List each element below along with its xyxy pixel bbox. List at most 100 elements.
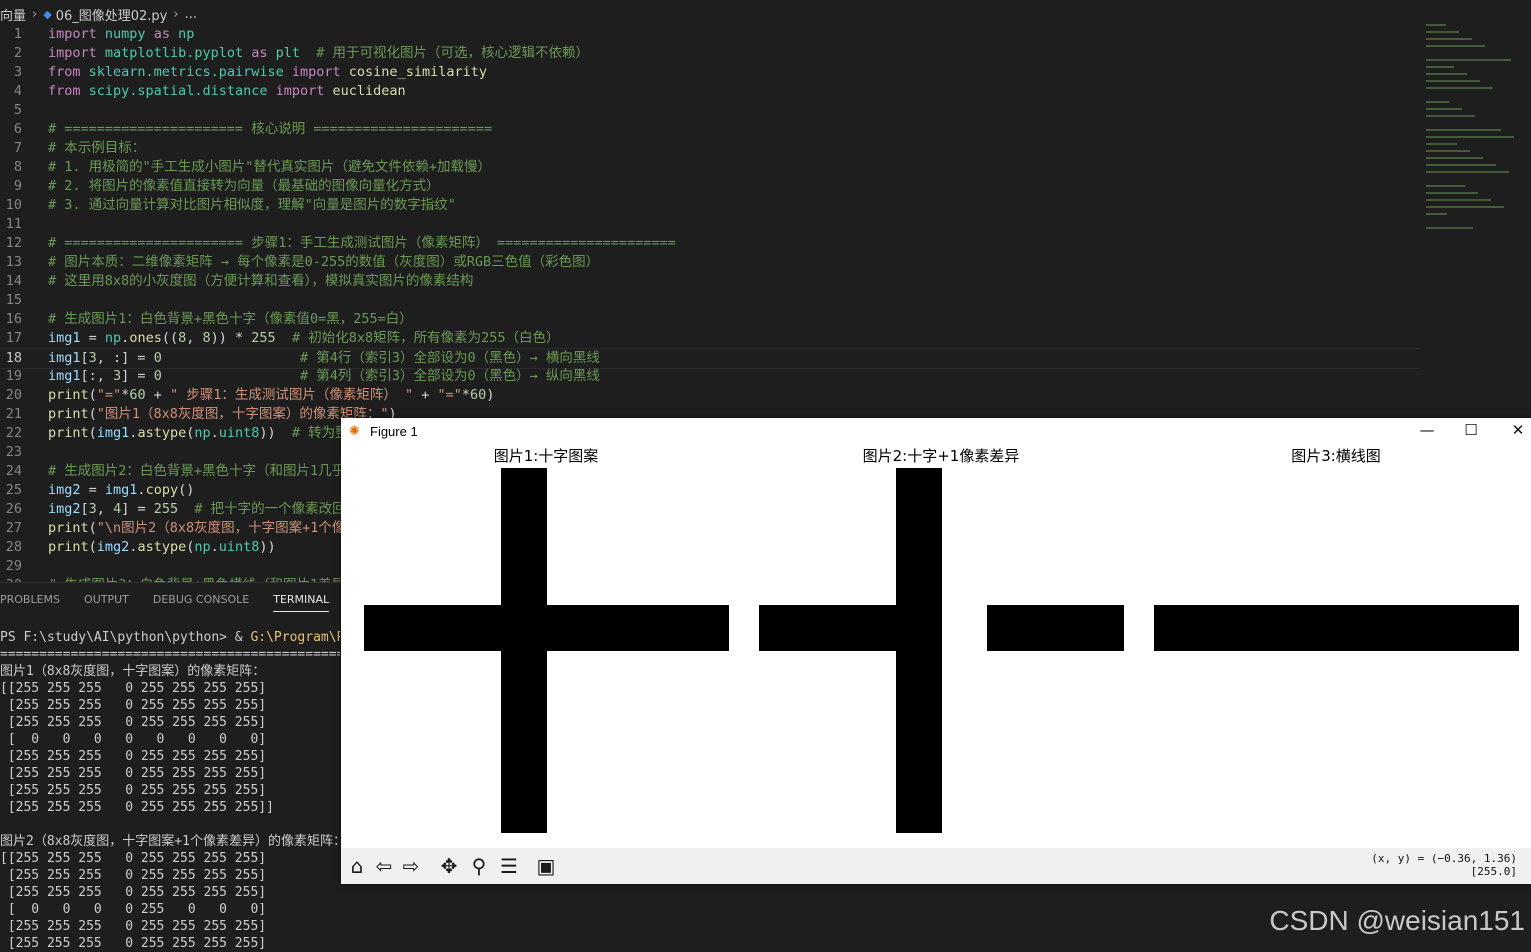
code-token: # 生成图片1：白色背景+黑色十字（像素值0=黑，255=白） [48,311,413,327]
pixel-black [895,604,942,651]
tab-debug-console[interactable]: DEBUG CONSOLE [153,593,249,612]
forward-icon[interactable]: ⇨ [399,854,423,878]
code-line[interactable]: 13 # 图片本质：二维像素矩阵 → 每个像素是0-255的数值（灰度图）或RGB… [0,253,1420,272]
code-line[interactable]: 16 # 生成图片1：白色背景+黑色十字（像素值0=黑，255=白） [0,310,1420,329]
code-token: 255 [153,501,179,517]
pixel-black [683,604,730,651]
pixel-black [1078,604,1125,651]
breadcrumb-symbols[interactable]: ... [185,7,197,22]
code-line[interactable]: 17 img1 = np.ones((8, 8)) * 255 # 初始化8x8矩… [0,329,1420,348]
pixel-black [500,650,547,697]
terminal-line: [255 255 255 0 255 255 255 255] [0,868,267,883]
minimap-line [1426,192,1478,194]
pan-icon[interactable]: ✥ [437,854,461,878]
configure-icon[interactable]: ☰ [497,854,521,878]
terminal[interactable]: PS F:\study\AI\python\python> & G:\Progr… [0,629,340,952]
pixel-black [500,513,547,560]
line-code: # 图片本质：二维像素矩阵 → 每个像素是0-255的数值（灰度图）或RGB三色… [48,253,599,272]
terminal-line: [255 255 255 0 255 255 255 255] [0,885,267,900]
code-line[interactable]: 15 [0,291,1420,310]
pixel-black [500,787,547,834]
code-token: 8 [178,330,187,346]
back-icon[interactable]: ⇦ [372,854,396,878]
code-line[interactable]: 11 [0,215,1420,234]
line-number: 9 [13,178,22,194]
code-line[interactable]: 3 from sklearn.metrics.pairwise import co… [0,63,1420,82]
code-line[interactable]: 8 # 1. 用极简的"手工生成小图片"替代真实图片（避免文件依赖+加载慢） [0,158,1420,177]
code-token: )) [259,539,276,555]
code-line[interactable]: 9 # 2. 将图片的像素值直接转为向量（最基础的图像向量化方式） [0,177,1420,196]
home-icon[interactable]: ⌂ [345,854,369,878]
line-code: print("="*60 + " 步骤1：生成测试图片（像素矩阵） " + "=… [48,386,494,405]
code-line[interactable]: 2 import matplotlib.pyplot as plt # 用于可视化… [0,44,1420,63]
line-code: # 3. 通过向量计算对比图片相似度，理解"向量是图片的数字指纹" [48,196,456,215]
minimap-line [1426,80,1480,82]
code-line[interactable]: 14 # 这里用8x8的小灰度图（方便计算和查看），模拟真实图片的像素结构 [0,272,1420,291]
code-token: uint8 [218,425,260,441]
code-token: # 第4列（索引3）全部设为0（黑色）→ 纵向黑线 [300,368,600,384]
code-line[interactable]: 20 print("="*60 + " 步骤1：生成测试图片（像素矩阵） " + … [0,386,1420,405]
terminal-line: [255 255 255 0 255 255 255 255] [0,919,267,934]
minimap-line [1426,101,1449,103]
code-line[interactable]: 18 img1[3, :] = 0 # 第4行（索引3）全部设为0（黑色）→ 横向… [0,348,1420,369]
breadcrumb-file[interactable]: 06_图像处理02.py [56,5,168,24]
code-token: ( [88,520,97,536]
minimap-line [1426,31,1459,33]
pixel-black [1245,604,1292,651]
line-number: 16 [5,311,22,327]
code-token: img1 [104,482,138,498]
code-line[interactable]: 7 # 本示例目标： [0,139,1420,158]
pixel-black [409,604,456,651]
code-token: print [48,387,89,403]
code-line[interactable]: 5 [0,101,1420,120]
line-number: 21 [5,406,22,422]
tab-output[interactable]: OUTPUT [84,593,129,612]
code-token: , [96,501,114,517]
code-line[interactable]: 19 img1[:, 3] = 0 # 第4列（索引3）全部设为0（黑色）→ 纵向… [0,367,1420,386]
pixel-black [895,696,942,743]
line-code: # ====================== 核心说明 ==========… [48,120,492,139]
code-token: import [275,83,325,99]
line-number: 2 [13,45,22,61]
code-token: [ [80,350,89,366]
close-button[interactable]: ✕ [1498,421,1531,443]
figure-window: ✺ Figure 1 — ☐ ✕ 图片1:十字图案 图片2:十字+1像素差异 图片3… [341,418,1531,884]
line-code: print(img1.astype(np.uint8)) # 转为整数 [48,424,362,443]
minimap-line [1426,143,1457,145]
code-token: = [80,482,105,498]
code-line[interactable]: 12 # ====================== 步骤1：手工生成测试图片（… [0,234,1420,253]
minimap-line [1426,206,1504,208]
code-line[interactable]: 4 from scipy.spatial.distance import eucl… [0,82,1420,101]
line-number: 15 [5,292,22,308]
tab-problems[interactable]: PROBLEMS [0,593,60,612]
code-token: img2 [96,539,130,555]
line-number: 18 [5,350,22,366]
line-number: 17 [5,330,22,346]
code-line[interactable]: 1 import numpy as np [0,25,1420,44]
terminal-line: [255 255 255 0 255 255 255 255] [0,783,267,798]
code-token: from [48,83,81,99]
tab-terminal[interactable]: TERMINAL [273,593,330,612]
subplot-title: 图片1:十字图案 [493,447,599,465]
minimize-button[interactable]: — [1407,421,1447,443]
zoom-icon[interactable]: ⚲ [467,854,491,878]
code-token: as [251,45,268,61]
pixel-black [364,604,410,651]
figure-title: Figure 1 [370,424,418,439]
minimap-line [1426,129,1501,131]
maximize-button[interactable]: ☐ [1451,421,1491,443]
code-token: np [178,26,195,42]
code-line[interactable]: 10 # 3. 通过向量计算对比图片相似度，理解"向量是图片的数字指纹" [0,196,1420,215]
breadcrumb-folder[interactable]: 向量 [0,5,26,24]
save-icon[interactable]: ▣ [534,854,558,878]
minimap-line [1426,59,1511,61]
code-line[interactable]: 6 # ====================== 核心说明 =========… [0,120,1420,139]
minimap[interactable] [1424,24,1524,244]
figure-titlebar[interactable]: ✺ Figure 1 — ☐ ✕ [341,418,1531,446]
